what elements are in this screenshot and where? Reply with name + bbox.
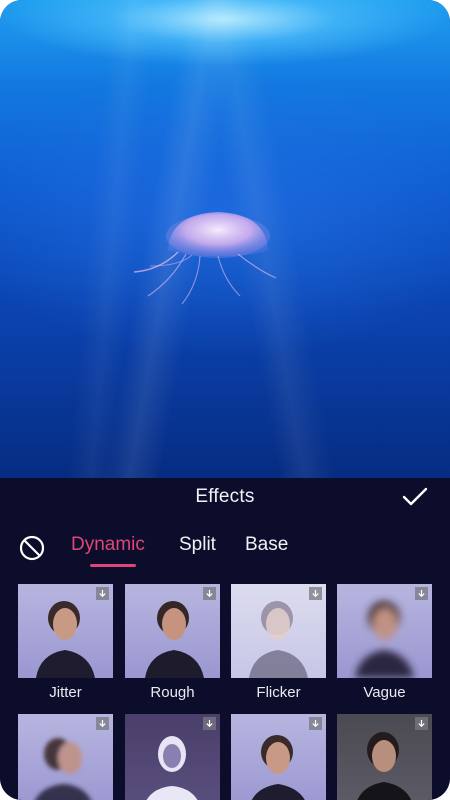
effect-thumbnail xyxy=(125,584,220,678)
no-effect-button[interactable] xyxy=(18,534,46,562)
category-tabs: Dynamic Split Base xyxy=(0,528,450,570)
effect-tile-6[interactable] xyxy=(125,714,220,800)
panel-header: Effects xyxy=(0,478,450,514)
effect-thumbnail xyxy=(337,584,432,678)
download-icon xyxy=(203,717,216,730)
phone-screen: Effects Dynamic Split Base Jitter Rough … xyxy=(0,0,450,800)
download-icon xyxy=(96,587,109,600)
effect-tile-jitter[interactable]: Jitter xyxy=(18,584,113,701)
effect-tile-rough[interactable]: Rough xyxy=(125,584,220,701)
effect-tile-flicker[interactable]: Flicker xyxy=(231,584,326,701)
effect-label: Jitter xyxy=(49,684,82,701)
download-icon xyxy=(203,587,216,600)
tab-base[interactable]: Base xyxy=(245,534,288,556)
effect-thumbnail xyxy=(337,714,432,800)
effect-label: Rough xyxy=(150,684,195,701)
effect-thumbnail xyxy=(231,584,326,678)
tab-split[interactable]: Split xyxy=(179,534,216,556)
effects-panel: Effects Dynamic Split Base Jitter Rough … xyxy=(0,478,450,800)
effect-tile-8[interactable] xyxy=(337,714,432,800)
confirm-button[interactable] xyxy=(400,482,430,512)
effect-label: Flicker xyxy=(256,684,301,701)
effect-thumbnail xyxy=(18,584,113,678)
download-icon xyxy=(415,717,428,730)
tab-dynamic[interactable]: Dynamic xyxy=(71,534,145,556)
effect-tile-vague[interactable]: Vague xyxy=(337,584,432,701)
no-effect-icon xyxy=(19,535,45,561)
active-tab-indicator xyxy=(90,564,136,567)
download-icon xyxy=(309,717,322,730)
download-icon xyxy=(415,587,428,600)
effect-label: Vague xyxy=(363,684,406,701)
check-icon xyxy=(402,487,428,506)
effect-thumbnail xyxy=(125,714,220,800)
jellyfish-image xyxy=(133,212,277,305)
effect-tile-7[interactable] xyxy=(231,714,326,800)
effect-tile-5[interactable] xyxy=(18,714,113,800)
effect-thumbnail xyxy=(18,714,113,800)
download-icon xyxy=(96,717,109,730)
panel-title: Effects xyxy=(195,486,255,507)
download-icon xyxy=(309,587,322,600)
effect-thumbnail xyxy=(231,714,326,800)
video-preview[interactable] xyxy=(0,0,450,478)
